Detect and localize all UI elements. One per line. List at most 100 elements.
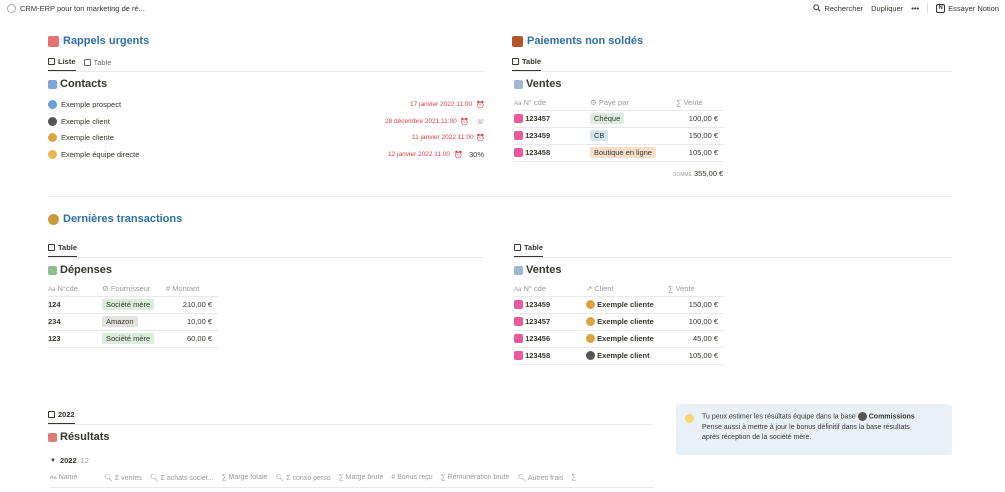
table-row[interactable]: 123456 Exemple cliente 45,00 € [514,329,724,347]
divider [927,3,929,13]
table-row[interactable]: 124 Société mère 210,00 € [48,295,218,313]
table-view-icon [83,58,91,66]
table-row[interactable]: 123458 Exemple client 105,00 € [514,346,724,365]
list-item[interactable]: Exemple cliente 11 janvier 2022 11:00 ⏰ [48,133,485,142]
calendar-icon [48,35,59,47]
face-icon [857,412,867,421]
column-header[interactable]: ∑ Vente [668,282,724,296]
column-header[interactable]: ∑ [571,474,576,482]
tab-2022[interactable]: 2022 [48,408,75,424]
breadcrumb-title[interactable]: CRM-ERP pour ton marketing de ré... [20,4,145,13]
cart-icon [514,265,523,275]
more-menu-button[interactable]: ••• [911,4,919,13]
column-header[interactable]: ⚙ Fournisseur [102,282,166,296]
resultats-heading: Résultats [48,431,110,443]
chevron-down-icon[interactable]: ▼ [50,458,56,464]
alarm-icon: ⏰ [454,151,463,159]
table-row[interactable]: 123 Société mère 60,00 € [48,329,218,348]
column-header[interactable]: 🔍︎ Σ ventes [104,474,142,482]
progress-value: 30% [469,150,485,159]
breadcrumb[interactable]: CRM-ERP pour ton marketing de ré... [7,4,145,13]
woman-icon [586,317,595,327]
group-header[interactable]: ▼ 2022 12 [50,456,89,465]
tab-label: Table [522,57,542,66]
column-header[interactable]: Aa Name [50,474,96,482]
ventes-table: Aa N° cde ↗ Client ∑ Vente 123459 Exempl… [514,282,724,365]
tab-table[interactable]: Table [48,241,78,257]
column-header[interactable]: 🔍︎ Autres frais [517,474,563,482]
cart-icon [514,79,523,89]
shopping-bag-icon [514,334,523,344]
sum-footer[interactable]: SOMME 355,00 € [673,169,723,178]
shopping-bag-icon [514,114,523,124]
try-notion-button[interactable]: N Essayer Notion [936,3,999,13]
people-icon [48,79,57,89]
shopping-bag-icon [514,317,523,327]
column-header[interactable]: ∑ Vente [676,96,724,110]
list-item[interactable]: Exemple équipe directe 12 janvier 2022 1… [48,150,484,159]
transactions-title: Dernières transactions [63,213,183,225]
group-count: 12 [80,456,89,465]
try-notion-label: Essayer Notion [948,3,999,13]
money-with-wings-icon [48,265,57,275]
contact-name: Exemple prospect [61,100,122,109]
ventes-title: Ventes [526,264,562,276]
shopping-bag-icon [514,131,523,141]
duplicate-button[interactable]: Dupliquer [871,4,903,13]
table-view-icon [512,58,519,65]
table-view-icon [48,244,55,251]
tab-label: Liste [58,57,76,66]
callout-line-1: Tu peux estimer les résultats équipe dan… [702,412,915,421]
tab-table[interactable]: Table [512,55,542,71]
tab-liste[interactable]: Liste [48,55,76,71]
reminder-date: 11 janvier 2022 11:00 [412,134,474,141]
ventes-heading: Ventes [514,78,561,90]
search-button[interactable]: Rechercher [813,4,863,13]
column-header[interactable]: Aa N° cde [514,96,590,110]
column-header[interactable]: 🔍︎ Σ conso perso [275,474,330,482]
column-header[interactable]: Aa N°cde [48,282,102,296]
section-title-transactions: Dernières transactions [48,213,182,225]
list-item[interactable]: Exemple prospect 17 janvier 2022 11:00 ⏰ [48,100,485,109]
column-header[interactable]: # Montant [166,282,218,296]
paiements-table: Aa N° cde ⚙ Payé par ∑ Vente 123457 Chèq… [514,96,724,162]
table-row[interactable]: 123459 CB 150,00 € [514,126,724,144]
depenses-heading: Dépenses [48,264,112,276]
chart-increasing-icon [48,432,57,442]
column-header[interactable]: # Bonus reçu [391,474,432,482]
alarm-icon: ⏰ [460,118,469,126]
contact-name: Exemple équipe directe [61,150,140,159]
resultats-table-header: Aa Name 🔍︎ Σ ventes 🔍︎ Σ achats sociét..… [50,474,654,488]
ventes-view-tabs: Table [514,241,952,258]
top-bar: CRM-ERP pour ton marketing de ré... Rech… [0,0,1005,18]
payment-tag: CB [590,130,609,141]
contact-name: Exemple cliente [61,133,114,142]
notion-logo-icon: N [936,3,946,13]
woman-icon [586,334,595,344]
list-item[interactable]: Exemple client 28 décembre 2021 11:00 ⏰ … [48,117,485,126]
tab-label: Table [58,243,78,252]
table-row[interactable]: 234 Amazon 10,00 € [48,312,218,330]
column-header[interactable]: 🔍︎ Σ achats sociét... [150,474,214,482]
table-row[interactable]: 123457 Exemple cliente 100,00 € [514,312,724,330]
column-header[interactable]: ↗ Client [586,282,668,296]
shopping-bag-icon [514,148,523,158]
column-header[interactable]: Aa N° cde [514,282,586,296]
shopping-bag-icon [514,300,523,310]
tab-table[interactable]: Table [83,55,111,71]
supplier-tag: Amazon [102,316,138,327]
payment-tag: Chèque [590,113,625,124]
tab-table[interactable]: Table [514,241,544,257]
column-header[interactable]: ∑ Rémunération brute [441,474,510,482]
table-row[interactable]: 123458 Boutique en ligne 105,00 € [514,143,724,162]
commissions-link[interactable]: Commissions [869,413,915,420]
bricks-icon [512,35,523,47]
phone-icon: ☏ [476,118,485,126]
info-callout: Tu peux estimer les résultats équipe dan… [676,404,952,455]
table-row[interactable]: 123457 Chèque 100,00 € [514,109,724,127]
column-header[interactable]: ⚙ Payé par [590,96,676,110]
table-row[interactable]: 123459 Exemple cliente 150,00 € [514,295,724,313]
table-view-icon [48,411,55,418]
column-header[interactable]: ∑ Marge brute [339,474,384,482]
column-header[interactable]: ∑ Marge totale [222,474,268,482]
